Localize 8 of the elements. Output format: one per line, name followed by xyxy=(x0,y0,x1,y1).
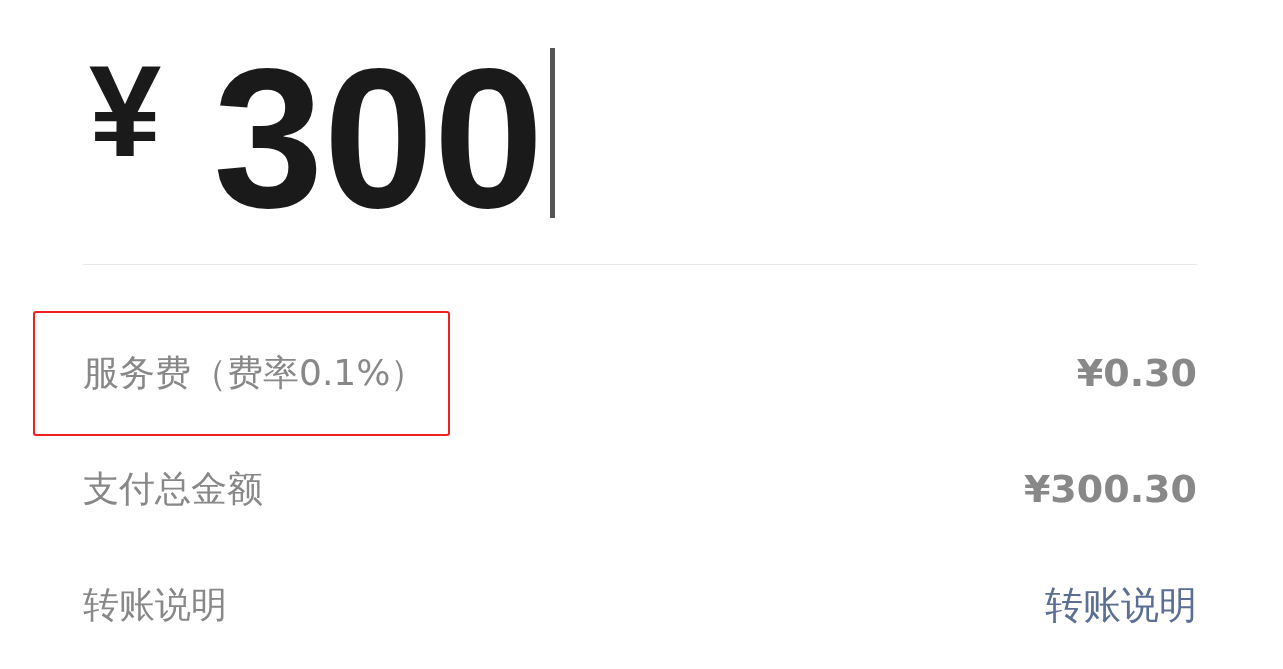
row-label: 转账说明 xyxy=(83,582,227,627)
amount-value[interactable]: 300 xyxy=(213,40,544,238)
currency-symbol: ¥ xyxy=(89,46,162,176)
row-value: ¥0.30 xyxy=(1076,351,1197,395)
row-label: 服务费（费率0.1%） xyxy=(83,351,427,393)
row-label: 支付总金额 xyxy=(83,466,263,511)
row-value: ¥300.30 xyxy=(1023,467,1197,511)
link[interactable]: 转账说明 xyxy=(1045,579,1197,631)
